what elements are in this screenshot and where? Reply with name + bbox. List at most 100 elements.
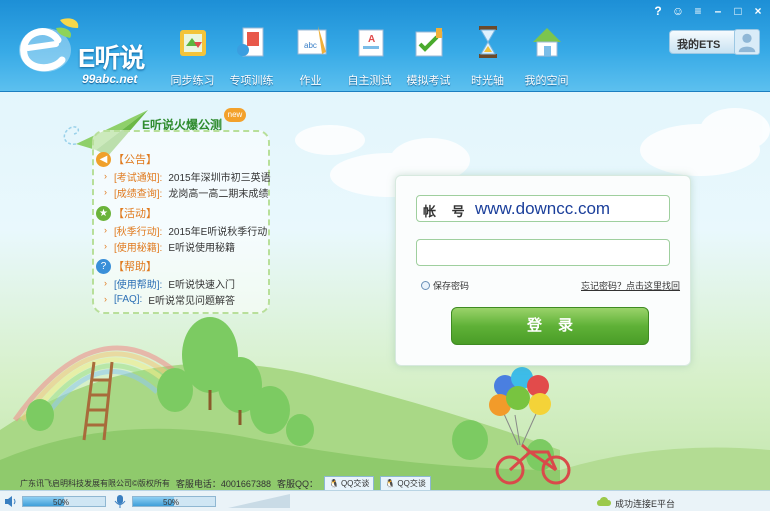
login-button[interactable]: 登录 xyxy=(451,307,649,345)
nav-self-test[interactable]: A 自主测试 xyxy=(340,22,399,88)
bullet-arrow-icon: › xyxy=(104,187,107,197)
nav-sync-practice[interactable]: 同步练习 xyxy=(163,22,222,88)
section-name: 【活动】 xyxy=(113,208,157,220)
item-text: E听说常见问题解答 xyxy=(148,295,236,307)
my-ets-label: 我的ETS xyxy=(677,39,721,51)
item-tag: [考试通知]: xyxy=(114,172,163,184)
avatar-icon xyxy=(734,29,760,55)
list-item[interactable]: › [FAQ]: E听说常见问题解答 xyxy=(104,291,235,307)
list-item[interactable]: › [考试通知]: 2015年深圳市初三英语 xyxy=(104,168,271,184)
account-label: 帐 号 xyxy=(423,204,471,219)
self-test-icon: A xyxy=(358,29,383,57)
question-icon: ? xyxy=(96,258,111,274)
item-text: 龙岗高一高二期末成绩 xyxy=(168,188,269,200)
hotline-text: 客服电话：4001667388 xyxy=(175,479,271,489)
account-field[interactable]: 帐 号 www.downcc.com xyxy=(416,195,670,222)
qq-label: 客服QQ： xyxy=(276,479,318,489)
sync-practice-icon xyxy=(179,30,206,56)
list-item[interactable]: › [秋季行动]: 2015年E听说秋季行动 xyxy=(104,222,267,238)
speaker-volume-slider[interactable]: 50% xyxy=(22,496,106,507)
nav-label: 同步练习 xyxy=(170,75,215,87)
activity-icon: ★ xyxy=(96,205,111,221)
nav-mock-exam[interactable]: 模拟考试 xyxy=(399,22,458,88)
cloud-icon xyxy=(597,497,611,506)
microphone-icon[interactable] xyxy=(114,494,126,509)
section-name: 【公告】 xyxy=(113,154,157,166)
nav-label: 模拟考试 xyxy=(406,75,451,87)
bullet-arrow-icon: › xyxy=(104,241,107,251)
my-ets-button[interactable]: 我的ETS xyxy=(669,29,760,55)
nav-label: 作业 xyxy=(299,75,322,87)
account-value: www.downcc.com xyxy=(475,199,611,218)
item-text: E听说快速入门 xyxy=(168,279,236,291)
app-title: E听说 xyxy=(78,43,145,73)
maximize-button[interactable]: □ xyxy=(730,3,746,19)
app-logo: E听说 99abc.net xyxy=(12,10,152,86)
connection-status: 成功连接E平台 xyxy=(615,499,676,509)
nav-label: 我的空间 xyxy=(524,75,569,87)
special-training-icon xyxy=(236,27,263,57)
bullet-arrow-icon: › xyxy=(104,278,107,288)
minimize-button[interactable]: – xyxy=(710,3,726,19)
speaker-icon[interactable] xyxy=(4,495,18,508)
remember-password-label: 保存密码 xyxy=(433,281,470,291)
announcement-section: ◀ 【公告】 › [考试通知]: 2015年深圳市初三英语 › [成绩查询]: … xyxy=(96,150,271,200)
list-item[interactable]: › [使用秘籍]: E听说使用秘籍 xyxy=(104,238,267,254)
item-tag: [使用帮助]: xyxy=(114,279,163,291)
window-controls: ? ☺ ≡ – □ × xyxy=(650,3,766,19)
item-tag: [成绩查询]: xyxy=(114,188,163,200)
nav-special-training[interactable]: 专项训练 xyxy=(222,22,281,88)
activity-section: ★ 【活动】 › [秋季行动]: 2015年E听说秋季行动 › [使用秘籍]: … xyxy=(96,204,267,254)
nav-homework[interactable]: abc 作业 xyxy=(281,22,340,88)
signal-level-icon xyxy=(228,494,290,508)
qq-chat-label: QQ交谈 xyxy=(397,479,426,488)
mic-volume-slider[interactable]: 50% xyxy=(132,496,216,507)
svg-text:A: A xyxy=(368,34,375,45)
qq-chat-button[interactable]: 🐧 QQ交谈 xyxy=(380,476,431,491)
bullet-arrow-icon: › xyxy=(104,171,107,181)
speaker-volume-value: 50% xyxy=(53,498,70,507)
list-item[interactable]: › [使用帮助]: E听说快速入门 xyxy=(104,275,235,291)
item-tag: [使用秘籍]: xyxy=(114,242,163,254)
qq-penguin-icon: 🐧 xyxy=(328,479,339,488)
timeline-icon xyxy=(478,26,497,58)
menu-button[interactable]: ≡ xyxy=(690,3,706,19)
app-window: E听说 99abc.net 同步练习 专项训练 abc 作业 A 自主测试 模拟… xyxy=(0,0,770,511)
login-panel: 帐 号 www.downcc.com 保存密码 忘记密码？点击这里找回 登录 xyxy=(395,175,691,366)
item-tag: [FAQ]: xyxy=(114,293,143,305)
logo-e-icon xyxy=(19,18,79,72)
main-nav: 同步练习 专项训练 abc 作业 A 自主测试 模拟考试 时光轴 我的空间 xyxy=(163,22,576,88)
password-field[interactable] xyxy=(416,239,670,266)
nav-label: 自主测试 xyxy=(347,75,392,87)
remember-password-checkbox[interactable]: 保存密码 xyxy=(421,279,469,292)
bullet-arrow-icon: › xyxy=(104,294,107,304)
svg-text:abc: abc xyxy=(304,41,317,50)
status-bar: 50% 50% 成功连接E平台 xyxy=(0,490,770,511)
qq-chat-label: QQ交谈 xyxy=(340,479,370,488)
homework-icon: abc xyxy=(297,26,326,55)
bullet-arrow-icon: › xyxy=(104,225,107,235)
list-item[interactable]: › [成绩查询]: 龙岗高一高二期末成绩 xyxy=(104,184,271,200)
qq-penguin-icon: 🐧 xyxy=(385,479,396,488)
close-button[interactable]: × xyxy=(750,3,766,19)
qq-chat-button[interactable]: 🐧 QQ交谈 xyxy=(323,476,375,491)
item-text: 2015年深圳市初三英语 xyxy=(168,172,271,184)
copyright-text: 广东讯飞启明科技发展有限公司©版权所有 xyxy=(20,479,170,488)
new-badge: new xyxy=(224,108,246,122)
item-text: 2015年E听说秋季行动 xyxy=(168,226,268,238)
app-url: 99abc.net xyxy=(82,72,138,86)
my-space-icon xyxy=(532,28,561,57)
help-button[interactable]: ? xyxy=(650,3,666,19)
mic-volume-value: 50% xyxy=(163,498,180,507)
mock-exam-icon xyxy=(415,28,442,57)
nav-label: 专项训练 xyxy=(229,75,274,87)
app-header: E听说 99abc.net 同步练习 专项训练 abc 作业 A 自主测试 模拟… xyxy=(0,0,770,92)
announcement-icon: ◀ xyxy=(96,151,111,167)
nav-my-space[interactable]: 我的空间 xyxy=(517,22,576,88)
item-tag: [秋季行动]: xyxy=(114,226,163,238)
forgot-password-link[interactable]: 忘记密码？点击这里找回 xyxy=(581,279,680,292)
item-text: E听说使用秘籍 xyxy=(168,242,236,254)
nav-timeline[interactable]: 时光轴 xyxy=(458,22,517,88)
help-section: ? 【帮助】 › [使用帮助]: E听说快速入门 › [FAQ]: E听说常见问… xyxy=(96,257,235,307)
feedback-button[interactable]: ☺ xyxy=(670,3,686,19)
